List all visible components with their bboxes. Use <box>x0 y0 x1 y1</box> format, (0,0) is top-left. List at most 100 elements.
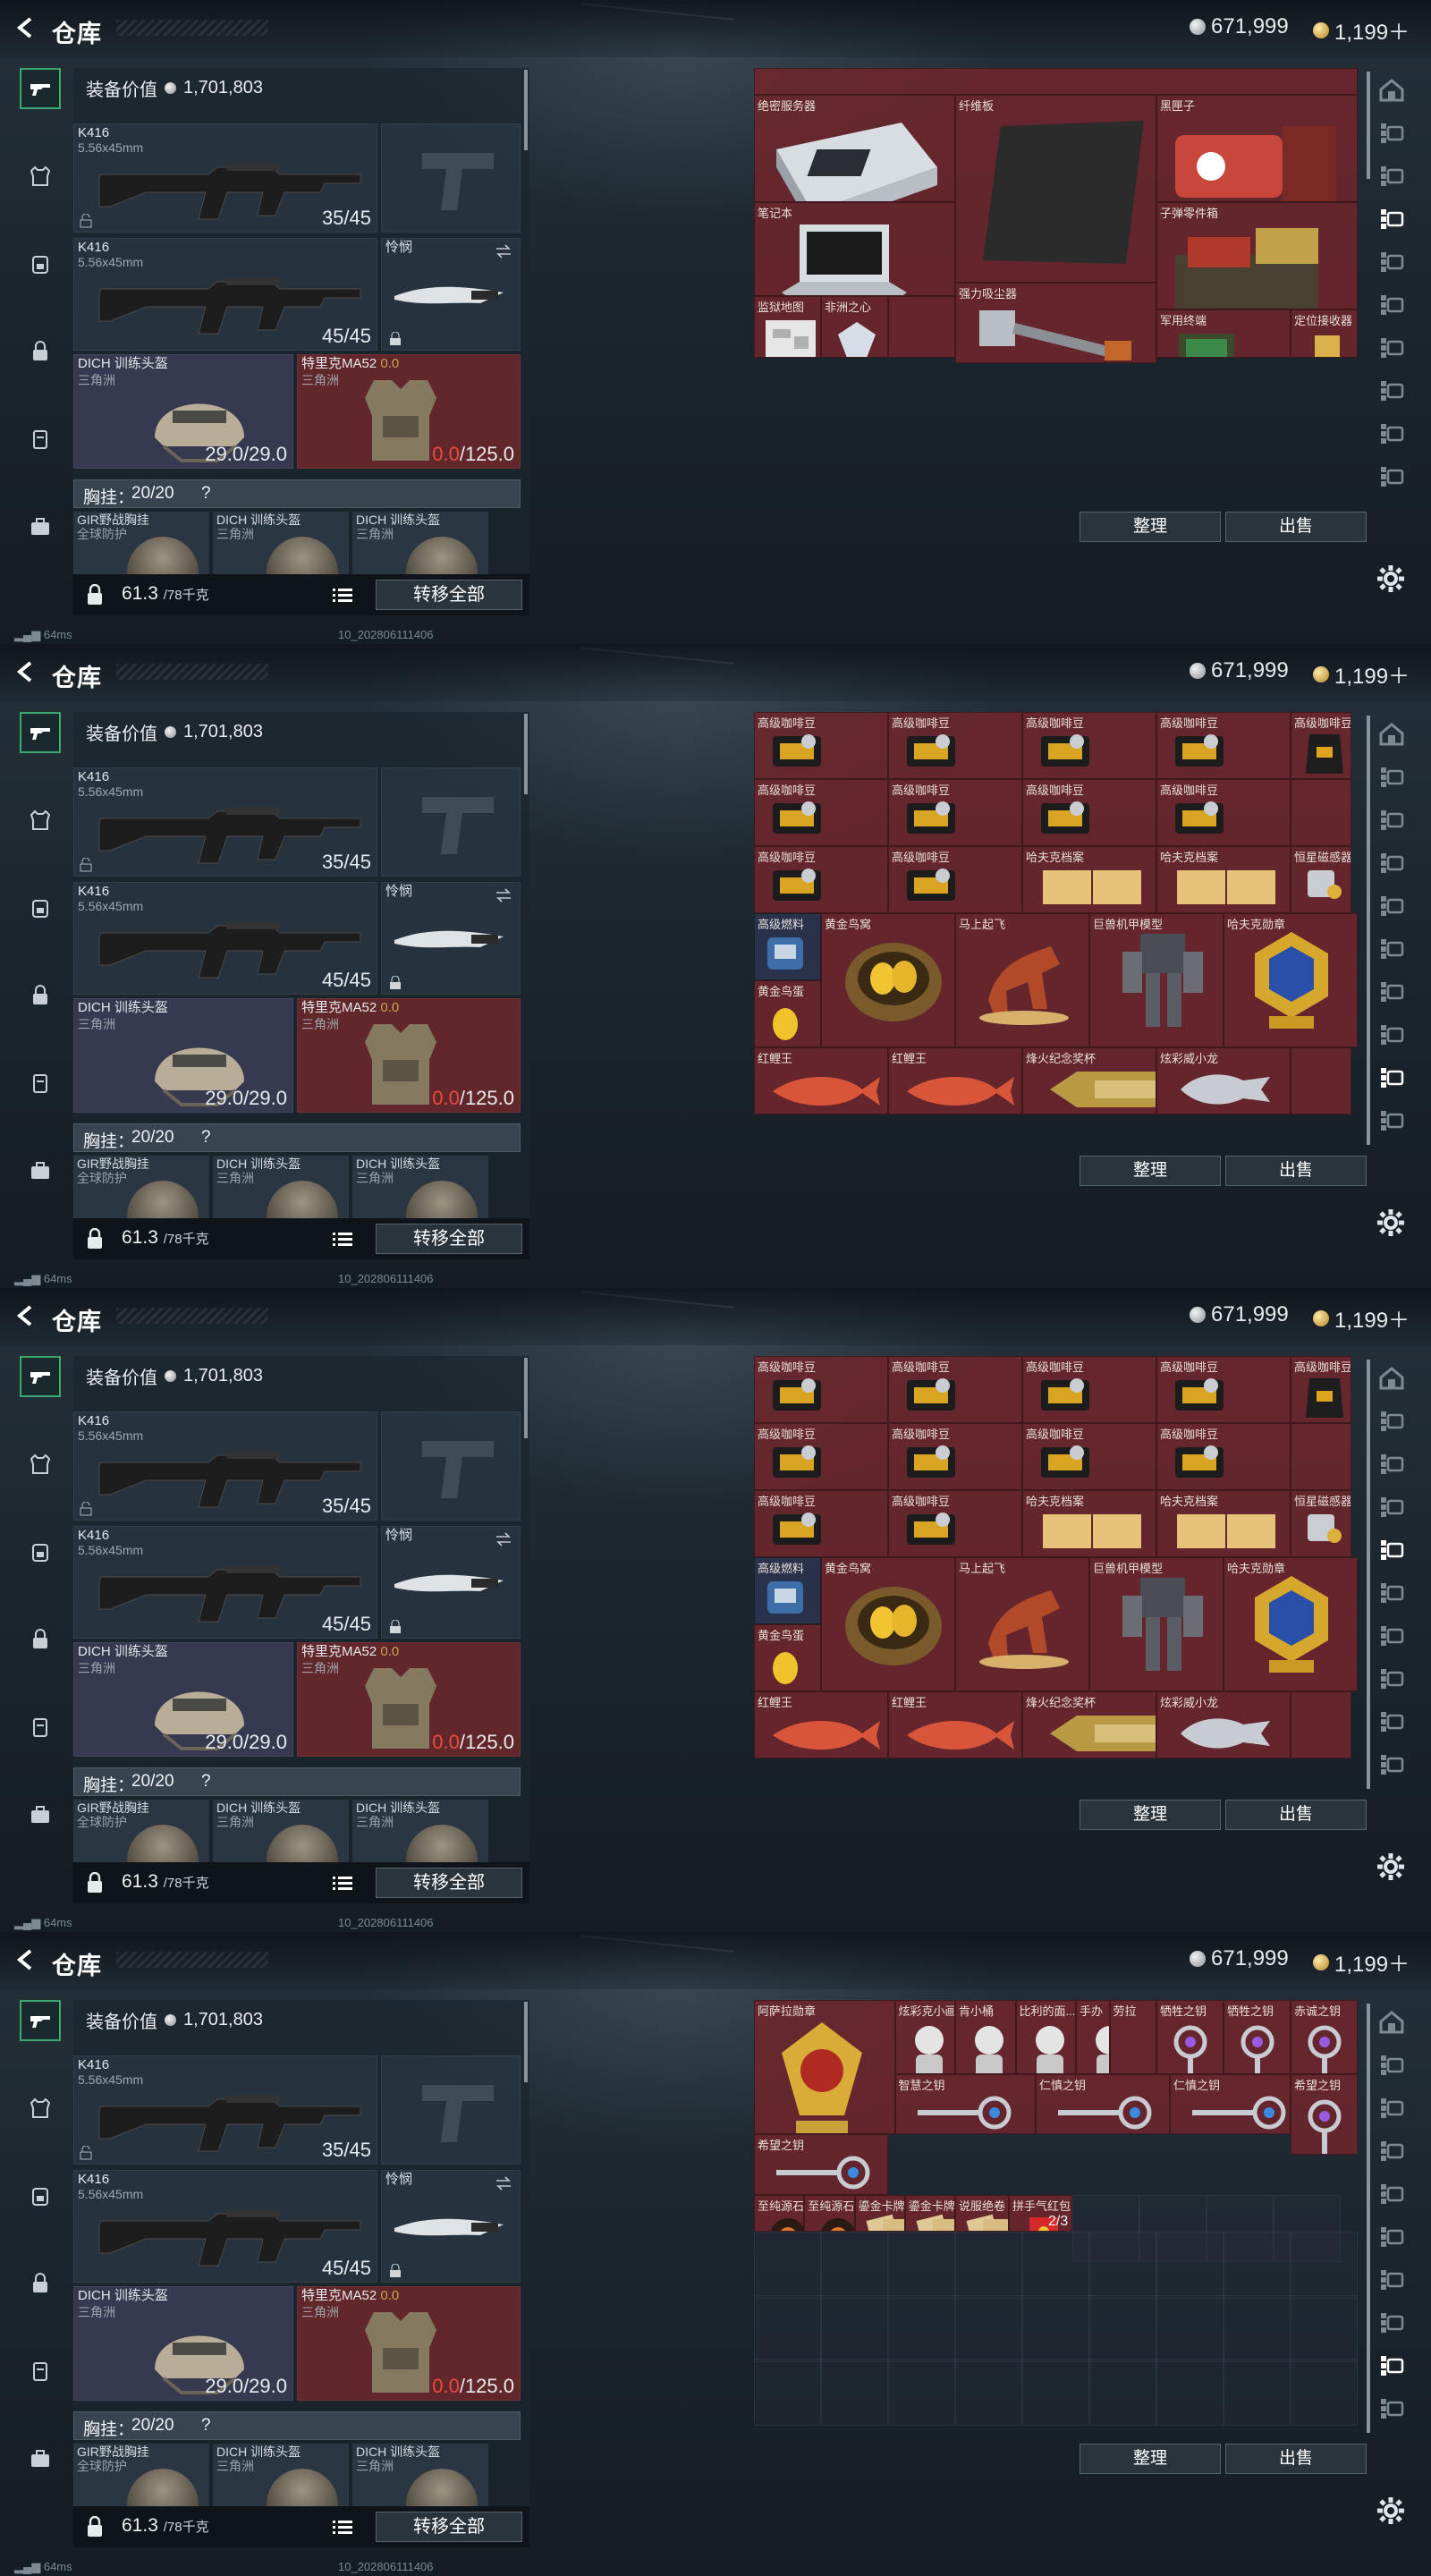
storage-item[interactable] <box>1291 1691 1351 1758</box>
storage-item[interactable]: 监狱地图 <box>754 296 821 358</box>
silver-currency[interactable]: 671,999 <box>1190 14 1289 39</box>
primary-weapon-slot-1[interactable]: K416 5.56x45mm 35/45 <box>73 2055 377 2165</box>
storage-item[interactable]: 黄金鸟窝 <box>821 913 955 1047</box>
silver-currency[interactable]: 671,999 <box>1190 658 1289 683</box>
warehouse-tab-10[interactable] <box>1374 1746 1410 1782</box>
melee-slot[interactable]: 怜悯 <box>381 238 521 351</box>
tab-backpack[interactable] <box>20 243 61 284</box>
storage-item[interactable]: 高级咖啡豆 <box>754 712 888 779</box>
tab-case[interactable] <box>20 1794 61 1835</box>
tab-safe[interactable] <box>20 1619 61 1660</box>
tab-case[interactable] <box>20 2438 61 2479</box>
storage-item[interactable]: 炫彩威小龙 <box>1156 1047 1291 1114</box>
empty-grid-cell[interactable] <box>955 2231 1022 2299</box>
storage-item[interactable]: 炫彩威小龙 <box>1156 1691 1291 1758</box>
empty-grid-cell[interactable] <box>888 2295 955 2362</box>
sell-button[interactable]: 出售 <box>1225 512 1367 542</box>
equipment-scrollbar[interactable] <box>524 1358 528 1438</box>
primary-weapon-slot-1[interactable]: K416 5.56x45mm 35/45 <box>73 123 377 233</box>
empty-grid-cell[interactable] <box>1089 2359 1156 2427</box>
empty-grid-cell[interactable] <box>1156 2231 1224 2299</box>
chest-rig-item[interactable]: DICH 训练头盔 三角洲 <box>352 1800 488 1862</box>
back-arrow-icon[interactable] <box>14 1948 38 1971</box>
storage-item[interactable]: 高级咖啡豆 <box>1022 1356 1156 1423</box>
storage-item[interactable]: 哈夫克勋章 <box>1224 1557 1358 1691</box>
storage-item[interactable]: 黑匣子 <box>1156 95 1358 202</box>
storage-item[interactable]: 哈夫克档案 <box>1156 846 1291 913</box>
back-arrow-icon[interactable] <box>14 1304 38 1327</box>
empty-grid-cell[interactable] <box>821 2295 888 2362</box>
storage-item[interactable]: 纤维板 <box>955 95 1156 283</box>
tab-vest[interactable] <box>20 800 61 841</box>
storage-item[interactable] <box>888 296 955 358</box>
helmet-slot[interactable]: DICH 训练头盔 三角洲 29.0/29.0 <box>73 2286 293 2401</box>
tab-safe[interactable] <box>20 2263 61 2304</box>
gold-currency[interactable]: 1,199＋ <box>1313 14 1410 46</box>
empty-grid-cell[interactable] <box>1291 2231 1358 2299</box>
warehouse-tab-9[interactable] <box>1374 2347 1410 2383</box>
empty-grid-cell[interactable] <box>1022 2231 1089 2299</box>
storage-item[interactable]: 希望之钥 <box>754 2134 888 2195</box>
storage-item[interactable]: 高级咖啡豆 <box>1156 1356 1291 1423</box>
storage-item[interactable]: 希望之钥 <box>1291 2073 1358 2155</box>
chest-rig-bar[interactable]: 胸挂： 20/20 ? <box>73 479 521 508</box>
swap-icon[interactable] <box>495 244 512 258</box>
empty-grid-cell[interactable] <box>1089 2231 1156 2299</box>
warehouse-tab-6[interactable] <box>1374 286 1410 322</box>
storage-item[interactable]: 非洲之心 <box>821 296 888 358</box>
storage-item[interactable] <box>754 68 1358 95</box>
empty-grid-cell[interactable] <box>955 2359 1022 2427</box>
warehouse-tab-5[interactable] <box>1374 1531 1410 1567</box>
empty-grid-cell[interactable] <box>955 2295 1022 2362</box>
warehouse-tab-7[interactable] <box>1374 1617 1410 1653</box>
warehouse-tab-9[interactable] <box>1374 1059 1410 1095</box>
empty-grid-cell[interactable] <box>754 2231 821 2299</box>
gear-icon[interactable] <box>1376 564 1406 594</box>
tab-backpack[interactable] <box>20 2175 61 2216</box>
warehouse-tab-2[interactable] <box>1374 2046 1410 2082</box>
warehouse-tab-2[interactable] <box>1374 1402 1410 1438</box>
empty-grid-cell[interactable] <box>754 2359 821 2427</box>
storage-item[interactable]: 笔记本 <box>754 202 955 296</box>
storage-item[interactable]: 仁慎之钥 <box>1036 2073 1170 2134</box>
empty-grid-cell[interactable] <box>1022 2359 1089 2427</box>
storage-item[interactable]: 高级咖啡豆 <box>888 846 1022 913</box>
swap-icon[interactable] <box>495 888 512 902</box>
tab-vest[interactable] <box>20 1444 61 1485</box>
warehouse-tab-3[interactable] <box>1374 801 1410 837</box>
chest-rig-item[interactable]: GIR野战胸挂 全球防护 <box>73 1156 209 1218</box>
sort-button[interactable]: 整理 <box>1080 1800 1221 1830</box>
storage-item[interactable]: 高级咖啡豆 <box>754 1490 888 1557</box>
move-all-button[interactable]: 转移全部 <box>376 2512 522 2542</box>
warehouse-tab-10[interactable] <box>1374 458 1410 494</box>
storage-item[interactable]: 黄金鸟窝 <box>821 1557 955 1691</box>
move-all-button[interactable]: 转移全部 <box>376 1868 522 1898</box>
tab-backpack[interactable] <box>20 1531 61 1572</box>
storage-item[interactable]: 黄金鸟蛋 <box>754 1624 821 1691</box>
storage-item[interactable]: 强力吸尘器 <box>955 283 1156 363</box>
sell-button[interactable]: 出售 <box>1225 1156 1367 1186</box>
storage-item[interactable]: 马上起飞 <box>955 1557 1089 1691</box>
lock-icon[interactable] <box>86 2516 104 2538</box>
sidearm-slot-empty[interactable] <box>381 767 521 877</box>
storage-item[interactable]: 高级咖啡豆 <box>754 1423 888 1490</box>
warehouse-tab-8[interactable] <box>1374 1660 1410 1696</box>
empty-grid-cell[interactable] <box>1291 2359 1358 2427</box>
melee-slot[interactable]: 怜悯 <box>381 1526 521 1639</box>
empty-grid-cell[interactable] <box>888 2359 955 2427</box>
tab-pouch[interactable] <box>20 1063 61 1104</box>
gold-currency[interactable]: 1,199＋ <box>1313 658 1410 690</box>
empty-grid-cell[interactable] <box>1291 2295 1358 2362</box>
storage-item[interactable]: 高级咖啡豆 <box>888 1490 1022 1557</box>
tab-firearms[interactable] <box>20 1356 61 1397</box>
storage-item[interactable]: 仁慎之钥 <box>1170 2073 1291 2134</box>
storage-item[interactable]: 智慧之钥 <box>894 2073 1036 2134</box>
warehouse-tab-3[interactable] <box>1374 1445 1410 1481</box>
warehouse-tab-1[interactable] <box>1374 1360 1410 1395</box>
storage-item[interactable]: 赤诚之钥 <box>1291 2000 1358 2074</box>
storage-item[interactable]: 恒星磁感器 <box>1291 846 1351 913</box>
back-arrow-icon[interactable] <box>14 16 38 39</box>
gear-icon[interactable] <box>1376 1852 1406 1882</box>
sort-button[interactable]: 整理 <box>1080 2444 1221 2474</box>
chest-rig-item[interactable]: DICH 训练头盔 三角洲 <box>213 2444 349 2506</box>
